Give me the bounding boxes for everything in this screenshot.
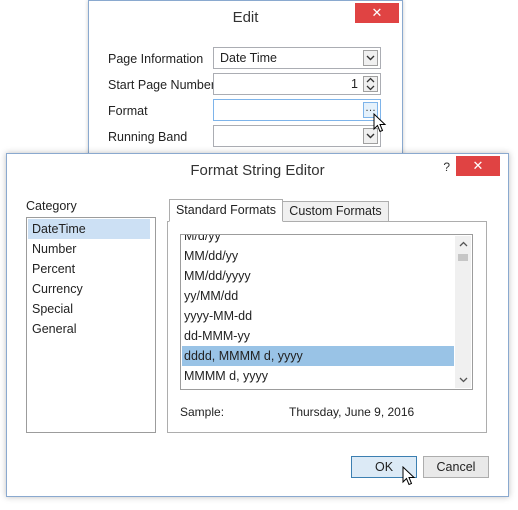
start-page-number-spinner[interactable]: 1 xyxy=(213,73,381,95)
format-list-scrollbar[interactable] xyxy=(455,236,471,388)
format-editor-title: Format String Editor xyxy=(190,162,325,179)
format-list[interactable]: M/d/yy MM/dd/yy MM/dd/yyyy yy/MM/dd yyyy… xyxy=(180,234,473,390)
format-label: Format xyxy=(108,104,148,118)
list-item-selected[interactable]: dddd, MMMM d, yyyy xyxy=(182,346,454,366)
mouse-pointer-icon xyxy=(402,466,416,486)
list-item[interactable]: yy/MM/dd xyxy=(182,286,454,306)
format-field[interactable]: … xyxy=(213,99,381,121)
category-label: Category xyxy=(26,199,77,213)
page-information-dropdown[interactable]: Date Time xyxy=(213,47,381,69)
help-button[interactable]: ? xyxy=(443,160,450,174)
spin-up-icon xyxy=(366,77,375,83)
category-item-special[interactable]: Special xyxy=(28,299,150,319)
category-item-general[interactable]: General xyxy=(28,319,150,339)
chevron-down-icon[interactable] xyxy=(363,50,378,66)
start-page-number-value: 1 xyxy=(351,77,358,91)
list-item[interactable]: yyyy-MM-dd xyxy=(182,306,454,326)
tab-standard-formats[interactable]: Standard Formats xyxy=(169,199,283,222)
format-editor-close-button[interactable]: ✕ xyxy=(456,156,500,176)
mouse-pointer-icon xyxy=(373,113,387,133)
format-string-editor-dialog: Format String Editor ? ✕ Category DateTi… xyxy=(6,153,509,497)
page-information-value: Date Time xyxy=(220,51,277,65)
start-page-number-label: Start Page Number xyxy=(108,78,215,92)
category-item-datetime[interactable]: DateTime xyxy=(28,219,150,239)
category-item-currency[interactable]: Currency xyxy=(28,279,150,299)
sample-value: Thursday, June 9, 2016 xyxy=(289,405,415,419)
spinner-buttons[interactable] xyxy=(363,76,378,92)
scroll-up-arrow-icon[interactable] xyxy=(455,237,471,251)
running-band-dropdown[interactable] xyxy=(213,125,381,147)
tab-custom-formats[interactable]: Custom Formats xyxy=(282,201,389,222)
list-item[interactable]: M/d/yy xyxy=(182,235,454,246)
list-item[interactable]: MM/dd/yy xyxy=(182,246,454,266)
cancel-button[interactable]: Cancel xyxy=(423,456,489,478)
running-band-label: Running Band xyxy=(108,130,188,144)
scroll-down-arrow-icon[interactable] xyxy=(455,373,471,387)
page-information-label: Page Information xyxy=(108,52,204,66)
sample-label: Sample: xyxy=(180,405,225,419)
list-item[interactable]: MM/dd/yyyy xyxy=(182,266,454,286)
category-item-number[interactable]: Number xyxy=(28,239,150,259)
edit-close-button[interactable]: ✕ xyxy=(355,3,399,23)
edit-dialog: Edit ✕ Page Information Date Time Start … xyxy=(88,0,403,158)
list-item[interactable]: MMMM d, yyyy xyxy=(182,366,454,386)
category-list[interactable]: DateTime Number Percent Currency Special… xyxy=(26,217,156,433)
scroll-thumb[interactable] xyxy=(458,254,468,261)
category-item-percent[interactable]: Percent xyxy=(28,259,150,279)
standard-formats-panel: M/d/yy MM/dd/yy MM/dd/yyyy yy/MM/dd yyyy… xyxy=(167,221,487,433)
list-item[interactable]: dd-MMM-yy xyxy=(182,326,454,346)
spin-down-icon xyxy=(366,85,375,91)
